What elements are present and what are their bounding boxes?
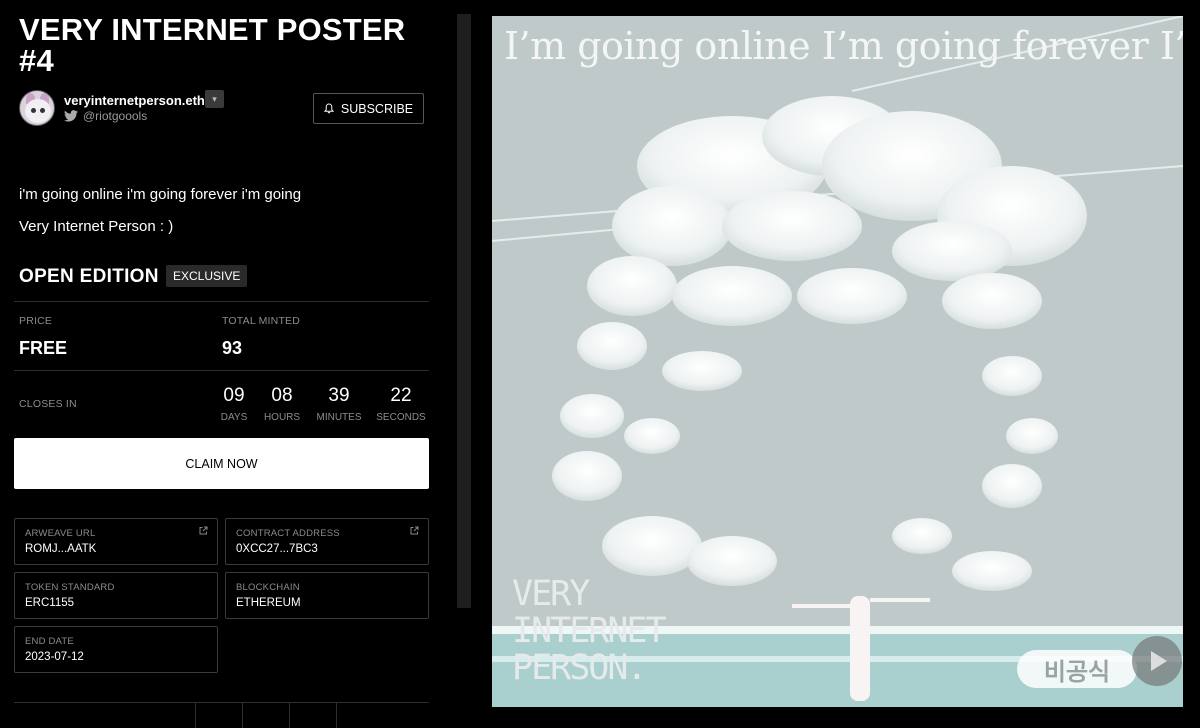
countdown-seconds: 22: [390, 385, 412, 406]
artwork-logo: VERY INTERNET PERSON.: [512, 574, 667, 688]
end-date-card: END DATE 2023-07-12: [14, 626, 218, 673]
claim-now-button[interactable]: CLAIM NOW: [14, 438, 429, 489]
countdown-hours-unit: HOURS: [263, 412, 301, 423]
arweave-url-label: ARWEAVE URL: [25, 528, 96, 539]
description-line-1: i'm going online i'm going forever i'm g…: [19, 186, 302, 203]
chevron-down-icon[interactable]: ▾: [205, 90, 224, 108]
description-line-2: Very Internet Person : ): [19, 218, 174, 235]
avatar[interactable]: [19, 90, 55, 126]
countdown-minutes: 39: [328, 385, 350, 406]
edition-type: OPEN EDITION: [19, 266, 159, 287]
subscribe-button[interactable]: SUBSCRIBE: [313, 93, 424, 124]
divider: [14, 702, 429, 703]
play-icon[interactable]: [1132, 636, 1182, 686]
countdown-minutes-unit: MINUTES: [316, 412, 362, 423]
arweave-url-card[interactable]: ARWEAVE URL ROMJ...AATK: [14, 518, 218, 565]
total-minted-value: 93: [222, 338, 243, 358]
exclusive-badge: EXCLUSIVE: [166, 265, 248, 287]
price-label: PRICE: [19, 315, 53, 327]
arweave-url-value: ROMJ...AATK: [25, 543, 97, 555]
divider: [14, 301, 429, 302]
bell-icon: [323, 103, 334, 114]
creator-row: veryinternetperson.eth ▾ @riotgoools SUB…: [19, 90, 424, 126]
twitter-icon: [64, 110, 78, 122]
external-link-icon[interactable]: [410, 526, 419, 535]
artwork-headline: I’m going online I’m going forever I’m g…: [504, 24, 1183, 68]
end-date-label: END DATE: [25, 636, 74, 647]
closes-in-label: CLOSES IN: [19, 398, 77, 410]
blockchain-card: BLOCKCHAIN ETHEREUM: [225, 572, 429, 619]
contract-address-card[interactable]: CONTRACT ADDRESS 0XCC27...7BC3: [225, 518, 429, 565]
creator-name[interactable]: veryinternetperson.eth: [64, 93, 205, 108]
page-title: VERY INTERNET POSTER #4: [19, 12, 406, 78]
drop-details-panel: VERY INTERNET POSTER #4 veryinternetpers…: [0, 0, 440, 728]
contract-address-value: 0XCC27...7BC3: [236, 543, 318, 555]
token-standard-label: TOKEN STANDARD: [25, 582, 115, 593]
external-link-icon[interactable]: [199, 526, 208, 535]
total-minted-label: TOTAL MINTED: [222, 315, 301, 327]
twitter-handle[interactable]: @riotgoools: [83, 109, 147, 123]
token-standard-value: ERC1155: [25, 597, 75, 609]
scrollbar[interactable]: [457, 14, 471, 608]
watermark: 비공식: [1017, 650, 1137, 688]
artwork-image: I’m going online I’m going forever I’m g…: [492, 16, 1183, 707]
subscribe-label: SUBSCRIBE: [340, 101, 414, 116]
blockchain-label: BLOCKCHAIN: [236, 582, 300, 593]
token-standard-card: TOKEN STANDARD ERC1155: [14, 572, 218, 619]
blockchain-value: ETHEREUM: [236, 597, 301, 609]
end-date-value: 2023-07-12: [25, 651, 84, 663]
countdown-seconds-unit: SECONDS: [376, 412, 426, 423]
contract-address-label: CONTRACT ADDRESS: [236, 528, 340, 539]
divider: [14, 370, 429, 371]
price-value: FREE: [19, 338, 68, 358]
countdown-hours: 08: [271, 385, 293, 406]
